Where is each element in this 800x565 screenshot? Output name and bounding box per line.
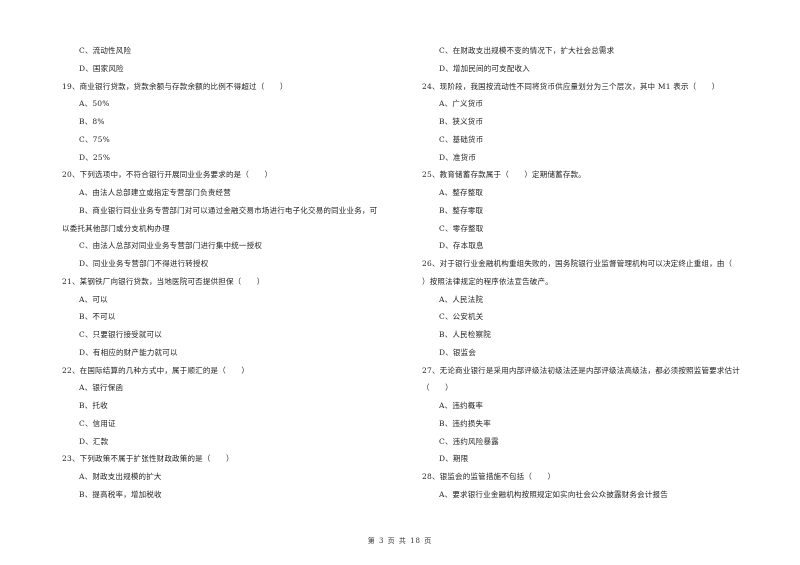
option-text: B、人民检察院	[439, 330, 491, 339]
option-text: A、违约概率	[439, 401, 484, 410]
question-text: ）按照法律规定的程序依法宣告破产。	[422, 276, 553, 286]
question-text: 23、下列政策不属于扩张性财政政策的是（ ）	[62, 454, 234, 464]
option-text: C、公安机关	[439, 312, 484, 322]
option-text: D、准货币	[439, 152, 477, 162]
question-text: 20、下列选项中，不符合银行开展同业业务要求的是（ ）	[62, 170, 273, 180]
question-text: （ ）	[422, 383, 453, 393]
option-text: C、信用证	[79, 418, 116, 428]
option-text: C、75%	[79, 134, 110, 144]
option-text: A、整存整取	[439, 188, 484, 197]
option-text: B、不可以	[79, 312, 116, 322]
option-text: D、期限	[439, 454, 469, 464]
page-footer: 第 3 页 共 18 页	[367, 537, 433, 545]
option-text: A、由法人总部建立或指定专营部门负责经营	[79, 188, 231, 197]
option-text: B、违约损失率	[439, 418, 491, 428]
option-text: C、由法人总部对同业业务专营部门进行集中统一授权	[79, 241, 263, 251]
option-text: A、50%	[79, 99, 110, 109]
option-text: B、整存零取	[439, 205, 484, 215]
option-text: D、国家风险	[79, 63, 124, 73]
question-text: 19、商业银行贷款，贷款余额与存款余额的比例不得超过（ ）	[62, 81, 288, 91]
option-text: C、基础货币	[439, 134, 484, 144]
option-text: A、财政支出规模的扩大	[79, 472, 162, 481]
option-text: C、流动性风险	[79, 46, 132, 55]
question-text: 25、教育储蓄存款属于（ ）定期储蓄存款。	[422, 170, 586, 180]
option-text: B、托收	[79, 401, 108, 410]
option-text: A、可以	[79, 294, 108, 304]
option-text: B、狭义货币	[439, 117, 484, 126]
option-text: D、同业业务专营部门不得进行转授权	[79, 259, 209, 268]
option-text: C、在财政支出规模不变的情况下，扩大社会总需求	[439, 46, 615, 55]
question-text: 28、银监会的监管措施不包括（ ）	[422, 472, 556, 481]
option-text: B、8%	[79, 117, 105, 126]
option-text: D、增加民间的可支配收入	[439, 63, 530, 73]
question-text: 22、在国际结算的几种方式中，属于顺汇的是（ ）	[62, 365, 250, 375]
question-text: 27、无论商业银行是采用内部评级法初级法还是内部评级法高级法，都必须按照监管要求…	[422, 365, 740, 375]
option-text: C、违约风险暴露	[439, 436, 499, 446]
option-text: D、银监会	[439, 347, 477, 357]
option-text: C、零存整取	[439, 223, 484, 233]
option-text: A、银行保函	[79, 383, 124, 393]
option-text: D、有相应的财产能力就可以	[79, 347, 178, 357]
question-text: 24、现阶段，我国按流动性不同将货币供应量划分为三个层次，其中 M1 表示（ ）	[422, 81, 720, 91]
option-text: A、要求银行业金融机构按照规定如实向社会公众披露财务会计报告	[439, 489, 668, 499]
option-text: D、存本取息	[439, 241, 484, 251]
option-text: B、提高税率，增加税收	[79, 489, 162, 499]
option-text: A、人民法院	[439, 294, 484, 304]
question-text: 21、某钢铁厂向银行贷款，当地医院可否提供担保（ ）	[62, 276, 265, 286]
option-text: B、商业银行同业业务专营部门对可以通过金融交易市场进行电子化交易的同业业务，可	[79, 205, 378, 215]
question-text: 以委托其他部门或分支机构办理	[62, 223, 170, 233]
option-text: D、25%	[79, 152, 111, 162]
option-text: D、汇款	[79, 436, 109, 446]
option-text: A、广义货币	[439, 99, 484, 109]
option-text: C、只要银行接受就可以	[79, 330, 162, 339]
question-text: 26、对于银行业金融机构重组失败的，国务院银行业监督管理机构可以决定终止重组，由…	[422, 259, 733, 268]
